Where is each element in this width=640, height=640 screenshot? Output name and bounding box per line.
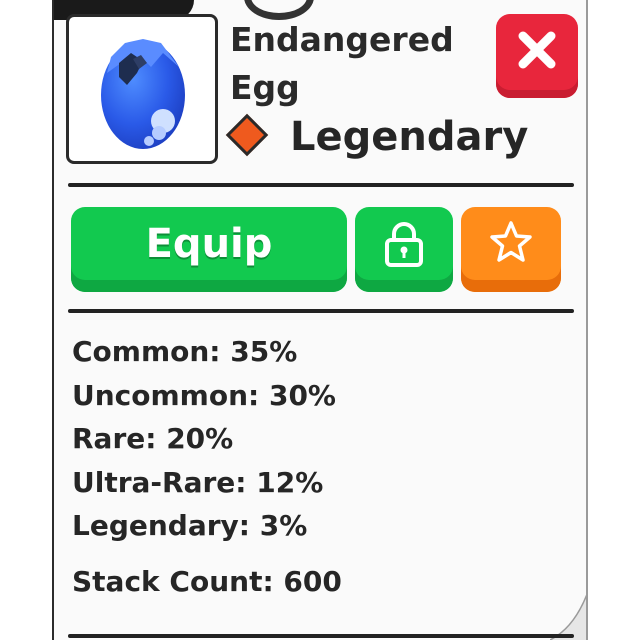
close-icon xyxy=(518,31,556,69)
blue-egg-icon xyxy=(101,39,185,149)
outer-background-right xyxy=(588,0,640,640)
rarity-diamond-icon xyxy=(225,113,269,157)
odds-uncommon: Uncommon: 30% xyxy=(72,378,336,412)
page-curl-icon xyxy=(550,594,586,640)
favorite-button[interactable] xyxy=(461,207,561,292)
rarity-label: Legendary xyxy=(290,114,529,160)
odds-ultra-rare: Ultra-Rare: 12% xyxy=(72,465,324,499)
lock-button[interactable] xyxy=(355,207,453,292)
close-button[interactable] xyxy=(496,14,578,98)
divider xyxy=(68,634,574,638)
star-icon xyxy=(490,221,532,262)
item-info-panel: Endangered Egg Legendary Equip Common: 3… xyxy=(54,0,586,640)
odds-common: Common: 35% xyxy=(72,335,298,368)
divider xyxy=(68,183,574,187)
odds-rare: Rare: 20% xyxy=(72,422,234,455)
item-name: Endangered Egg xyxy=(230,20,454,107)
lock-icon xyxy=(385,222,423,267)
equip-button-label: Equip xyxy=(145,220,273,267)
panel-edge-right xyxy=(586,0,588,640)
equip-button[interactable]: Equip xyxy=(71,207,347,292)
divider xyxy=(68,309,574,313)
odds-legendary: Legendary: 3% xyxy=(72,509,308,542)
item-thumbnail xyxy=(66,14,218,164)
outer-background-left xyxy=(0,0,52,640)
panel-edge-left xyxy=(52,0,54,640)
hatch-odds-list: Common: 35% Uncommon: 30% Rare: 20% Ultr… xyxy=(72,330,336,548)
stack-count: Stack Count: 600 xyxy=(72,565,342,598)
